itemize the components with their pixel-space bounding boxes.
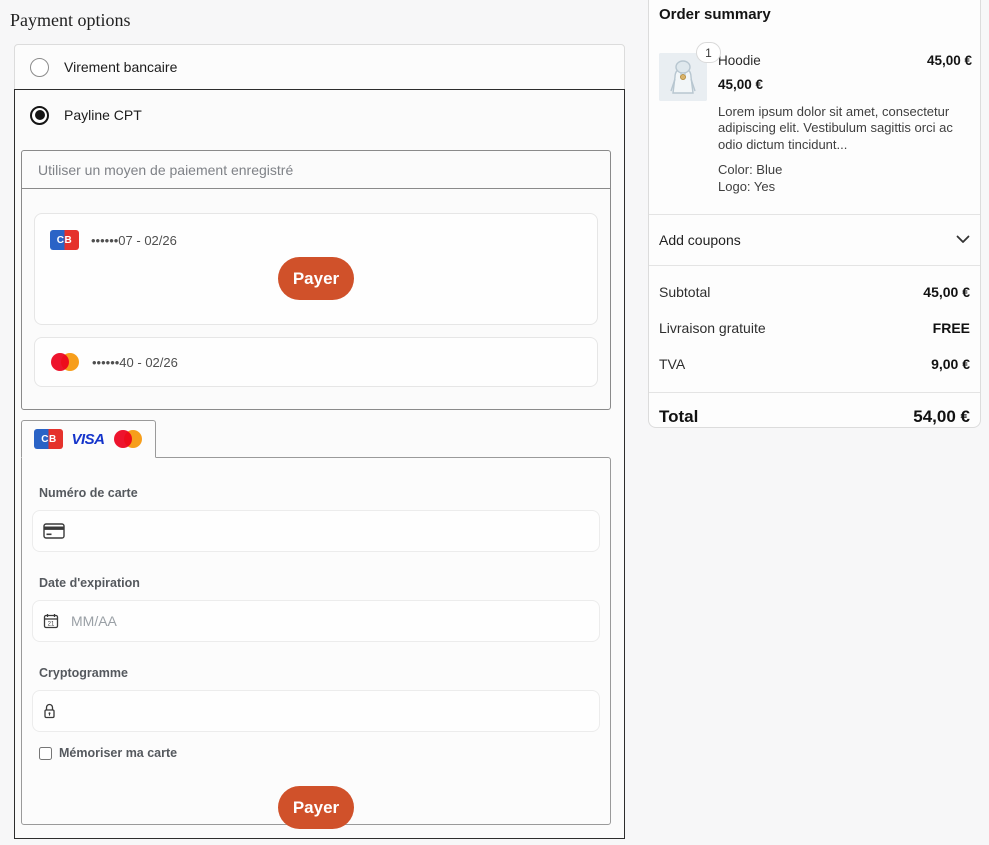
product-details: Hoodie 45,00 € 45,00 € Lorem ipsum dolor… xyxy=(718,53,972,196)
page-title: Payment options xyxy=(10,10,640,31)
tax-label: TVA xyxy=(659,356,685,372)
credit-card-icon xyxy=(43,523,65,539)
product-name: Hoodie xyxy=(718,53,761,68)
shipping-row: Livraison gratuite FREE xyxy=(659,310,970,346)
total-row: Total 54,00 € xyxy=(649,392,980,441)
mastercard-logo-icon xyxy=(50,352,80,372)
expiry-input[interactable] xyxy=(69,612,589,630)
cb-logo-icon: CB xyxy=(34,429,63,449)
quantity-badge: 1 xyxy=(696,42,721,63)
payment-method-list: Virement bancaire Payline CPT Utiliser u… xyxy=(14,44,625,839)
saved-card-cb[interactable]: CB ••••••07 - 02/26 Payer xyxy=(34,213,598,325)
saved-payment-methods-box: Utiliser un moyen de paiement enregistré… xyxy=(21,150,611,410)
radio-unchecked-icon[interactable] xyxy=(30,58,49,77)
radio-checked-icon[interactable] xyxy=(30,106,49,125)
remember-card-row[interactable]: Mémoriser ma carte xyxy=(39,746,600,760)
payment-option-payline-panel: Payline CPT Utiliser un moyen de paiemen… xyxy=(14,89,625,839)
product-description: Lorem ipsum dolor sit amet, consectetur … xyxy=(718,104,972,153)
shipping-label: Livraison gratuite xyxy=(659,320,766,336)
add-coupons-toggle[interactable]: Add coupons xyxy=(649,214,980,266)
payment-option-label: Payline CPT xyxy=(64,107,142,123)
expiry-label: Date d'expiration xyxy=(39,576,600,590)
visa-logo-icon: VISA xyxy=(71,431,104,448)
pay-saved-card-button[interactable]: Payer xyxy=(278,257,354,300)
totals-section: Subtotal 45,00 € Livraison gratuite FREE… xyxy=(659,266,970,382)
saved-card-masked-number: ••••••40 - 02/26 xyxy=(92,355,178,370)
product-attribute-logo: Logo: Yes xyxy=(718,179,972,196)
tax-value: 9,00 € xyxy=(931,356,970,372)
cvv-label: Cryptogramme xyxy=(39,666,600,680)
subtotal-row: Subtotal 45,00 € xyxy=(659,274,970,310)
tax-row: TVA 9,00 € xyxy=(659,346,970,382)
lock-icon xyxy=(43,703,56,719)
product-unit-price: 45,00 € xyxy=(718,77,972,92)
remember-card-checkbox[interactable] xyxy=(39,747,52,760)
saved-card-masked-number: ••••••07 - 02/26 xyxy=(91,233,177,248)
new-card-tab[interactable]: CB VISA xyxy=(21,420,156,458)
saved-payment-methods-header: Utiliser un moyen de paiement enregistré xyxy=(22,151,610,189)
remember-card-label: Mémoriser ma carte xyxy=(59,746,177,760)
pay-new-card-button[interactable]: Payer xyxy=(278,786,354,829)
payment-options-panel: Payment options Virement bancaire Paylin… xyxy=(0,0,640,839)
product-attribute-color: Color: Blue xyxy=(718,162,972,179)
saved-card-mastercard[interactable]: ••••••40 - 02/26 xyxy=(34,337,598,387)
card-number-input[interactable] xyxy=(75,522,589,540)
payment-option-label: Virement bancaire xyxy=(64,59,177,75)
total-label: Total xyxy=(659,407,698,427)
cb-logo-icon: CB xyxy=(50,230,79,250)
subtotal-label: Subtotal xyxy=(659,284,710,300)
new-card-form: Numéro de carte Date d'expiration xyxy=(21,457,611,825)
payment-option-virement[interactable]: Virement bancaire xyxy=(14,44,625,90)
total-value: 54,00 € xyxy=(913,407,970,427)
product-attributes: Color: Blue Logo: Yes xyxy=(718,162,972,196)
shipping-value: FREE xyxy=(933,320,970,336)
payment-option-payline[interactable]: Payline CPT xyxy=(15,90,624,140)
cvv-input[interactable] xyxy=(66,702,589,720)
chevron-down-icon xyxy=(956,235,970,244)
calendar-icon: 21 xyxy=(43,613,59,629)
subtotal-value: 45,00 € xyxy=(923,284,970,300)
add-coupons-label: Add coupons xyxy=(659,232,741,248)
order-summary-panel: Order summary 1 Hoodie 45,00 € 45,00 € L… xyxy=(648,0,981,428)
svg-text:21: 21 xyxy=(48,621,55,627)
saved-payment-methods-list: CB ••••••07 - 02/26 Payer ••••••40 - 02/… xyxy=(22,189,610,387)
order-item-row: 1 Hoodie 45,00 € 45,00 € Lorem ipsum dol… xyxy=(659,53,970,196)
cvv-field[interactable] xyxy=(32,690,600,732)
product-line-price: 45,00 € xyxy=(927,53,972,68)
card-number-field[interactable] xyxy=(32,510,600,552)
mastercard-logo-icon xyxy=(113,429,143,449)
expiry-field[interactable]: 21 xyxy=(32,600,600,642)
order-summary-title: Order summary xyxy=(659,6,970,23)
card-number-label: Numéro de carte xyxy=(39,486,600,500)
